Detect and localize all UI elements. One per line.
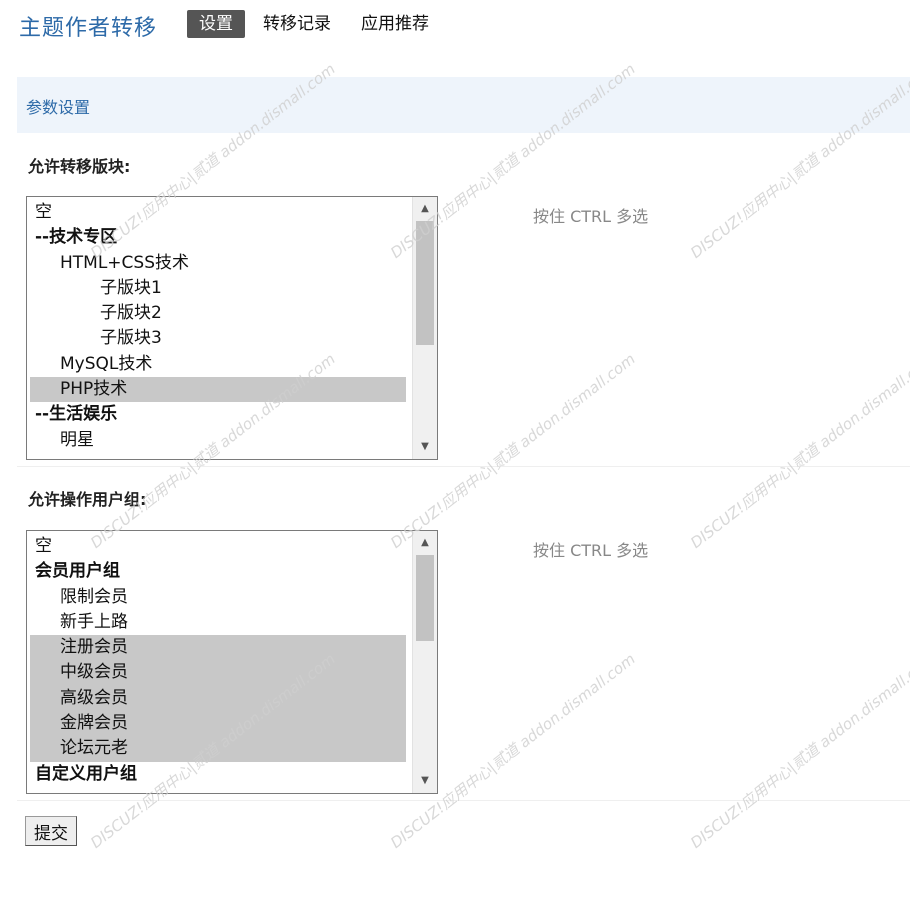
usergroups-option[interactable]: 会员用户组 <box>30 559 406 584</box>
header: 主题作者转移 设置 转移记录 应用推荐 <box>0 0 910 50</box>
usergroups-hint: 按住 CTRL 多选 <box>533 541 649 560</box>
usergroups-scrollbar[interactable]: ▲ ▼ <box>412 531 437 793</box>
section-title: 参数设置 <box>26 98 91 117</box>
forums-label: 允许转移版块: <box>28 157 131 176</box>
nav-tabs: 设置 转移记录 应用推荐 <box>187 10 447 38</box>
forums-option[interactable]: --技术专区 <box>30 225 406 250</box>
usergroups-select[interactable]: 空会员用户组 限制会员 新手上路 注册会员 中级会员 高级会员 金牌会员 论坛元老 自定义用户组… <box>26 530 438 794</box>
forums-option[interactable]: 子版块1 <box>30 276 406 301</box>
forums-scroll-thumb[interactable] <box>416 221 434 345</box>
forums-hint: 按住 CTRL 多选 <box>533 207 649 226</box>
tab-settings[interactable]: 设置 <box>187 10 245 38</box>
forums-option[interactable]: 子版块2 <box>30 301 406 326</box>
submit-button[interactable]: 提交 <box>25 816 77 846</box>
forums-option[interactable]: HTML+CSS技术 <box>30 251 406 276</box>
usergroups-options: 空会员用户组 限制会员 新手上路 注册会员 中级会员 高级会员 金牌会员 论坛元老 自定义用户组 <box>30 534 406 787</box>
forums-option[interactable]: 明星 <box>30 428 406 453</box>
section-header: 参数设置 <box>17 77 910 133</box>
usergroups-option[interactable]: 空 <box>30 534 406 559</box>
forums-option[interactable]: 空 <box>30 200 406 225</box>
watermark-logo: DISCUZ!应用中心|贰道 addon.dismall.com <box>687 349 910 552</box>
forums-options: 空 --技术专区 HTML+CSS技术 子版块1 子版块2 子版块3 MySQL技术 PHP技… <box>30 200 406 453</box>
forums-option[interactable]: 子版块3 <box>30 326 406 351</box>
tab-app-recommend[interactable]: 应用推荐 <box>349 10 441 38</box>
usergroups-option[interactable]: 金牌会员 <box>30 711 406 737</box>
forums-select[interactable]: 空 --技术专区 HTML+CSS技术 子版块1 子版块2 子版块3 MySQL技术 PHP技… <box>26 196 438 460</box>
app-title: 主题作者转移 <box>19 16 158 41</box>
forums-option[interactable]: --生活娱乐 <box>30 402 406 427</box>
usergroups-option[interactable]: 论坛元老 <box>30 736 406 762</box>
watermark-logo: DISCUZ!应用中心|贰道 addon.dismall.com <box>687 649 910 852</box>
usergroups-label: 允许操作用户组: <box>28 490 147 509</box>
tab-transfer-log[interactable]: 转移记录 <box>251 10 343 38</box>
forums-option[interactable]: MySQL技术 <box>30 352 406 377</box>
scroll-down-arrow-icon[interactable]: ▼ <box>413 772 437 790</box>
usergroups-option[interactable]: 自定义用户组 <box>30 762 406 787</box>
scroll-up-arrow-icon[interactable]: ▲ <box>413 534 437 552</box>
usergroups-option[interactable]: 注册会员 <box>30 635 406 661</box>
usergroups-option[interactable]: 限制会员 <box>30 585 406 610</box>
usergroups-scroll-thumb[interactable] <box>416 555 434 641</box>
divider <box>17 800 910 801</box>
forums-option[interactable]: PHP技术 <box>30 377 406 403</box>
forums-scrollbar[interactable]: ▲ ▼ <box>412 197 437 459</box>
usergroups-option[interactable]: 新手上路 <box>30 610 406 635</box>
usergroups-option[interactable]: 中级会员 <box>30 660 406 686</box>
scroll-up-arrow-icon[interactable]: ▲ <box>413 200 437 218</box>
divider <box>17 466 910 467</box>
usergroups-option[interactable]: 高级会员 <box>30 685 406 712</box>
scroll-down-arrow-icon[interactable]: ▼ <box>413 438 437 456</box>
